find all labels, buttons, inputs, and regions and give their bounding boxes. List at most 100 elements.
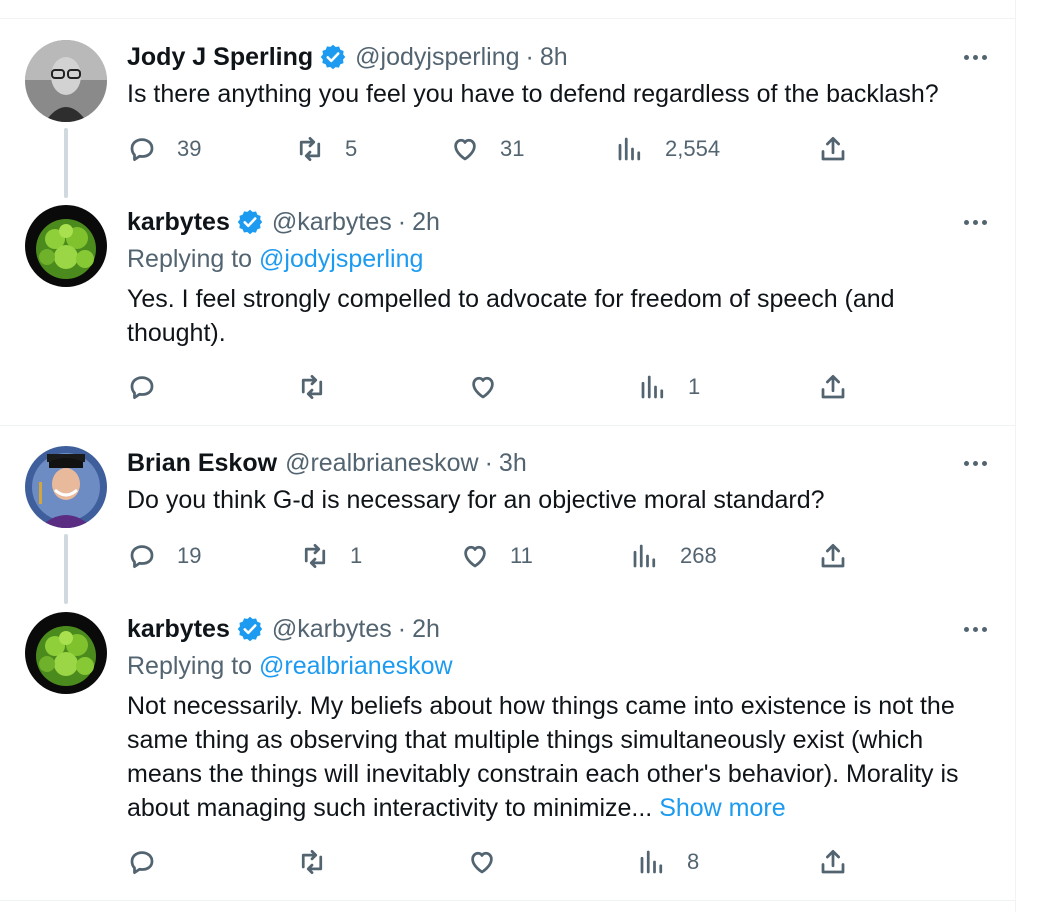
like-button[interactable] [468,369,518,405]
retweet-icon [304,544,326,568]
like-button[interactable]: 31 [450,131,524,167]
views-count: 268 [680,543,717,568]
timestamp[interactable]: 2h [412,615,440,644]
reply-count: 19 [177,543,202,568]
reply-button[interactable]: 39 [127,131,201,167]
reply-icon [130,138,154,161]
replying-prefix: Replying to [127,245,253,273]
replying-to: Replying to @jodyjsperling [127,245,423,274]
divider [0,425,1015,426]
share-icon [821,544,845,568]
tweet-header: Brian Eskow @realbrianeskow · 3h [127,446,527,480]
views-button[interactable]: 8 [637,844,699,880]
reply-icon [130,851,154,874]
tweet-header: karbytes @karbytes · 2h [127,612,440,646]
retweet-button[interactable]: 5 [295,131,357,167]
author-handle[interactable]: @karbytes [272,615,392,644]
views-count: 8 [687,849,700,874]
share-button[interactable] [818,369,848,405]
author-name[interactable]: Brian Eskow [127,449,277,478]
retweet-icon [299,137,321,161]
share-icon [821,137,845,161]
heart-icon [471,851,493,874]
retweet-button[interactable] [297,369,347,405]
reply-icon [130,376,154,399]
more-dots-icon[interactable] [964,612,987,646]
verified-badge-icon [320,44,346,70]
timestamp[interactable]: 8h [540,43,568,72]
divider [0,900,1015,901]
author-handle[interactable]: @karbytes [272,208,392,237]
more-dots-icon[interactable] [964,40,987,74]
heart-icon [454,138,476,161]
timestamp[interactable]: 3h [499,449,527,478]
show-more-link[interactable]: Show more [659,794,785,822]
reply-icon [130,545,154,568]
conversation-feed: Jody J Sperling @jodyjsperling · 8h Is t… [0,0,1016,912]
tweet-text: Do you think G-d is necessary for an obj… [127,486,825,514]
tweet-text: Yes. I feel strongly compelled to advoca… [127,285,895,347]
tweet-header: Jody J Sperling @jodyjsperling · 8h [127,40,568,74]
views-button[interactable]: 1 [638,369,700,405]
author-name[interactable]: Jody J Sperling [127,43,313,72]
separator-dot: · [484,448,493,477]
retweet-count: 5 [345,136,358,161]
reply-button[interactable]: 19 [127,538,201,574]
avatar-karbytes[interactable] [25,205,107,287]
heart-icon [472,376,494,399]
tweet-header: karbytes @karbytes · 2h [127,205,440,239]
share-button[interactable] [818,844,848,880]
avatar-jody[interactable] [25,40,107,122]
thread-line [64,534,68,604]
share-button[interactable] [818,131,848,167]
more-dots-icon[interactable] [964,205,987,239]
share-button[interactable] [818,538,848,574]
like-button[interactable]: 11 [460,538,533,574]
more-dots-icon[interactable] [964,446,987,480]
verified-badge-icon [237,616,263,642]
analytics-icon [640,850,663,874]
retweet-button[interactable]: 1 [300,538,362,574]
views-button[interactable]: 268 [630,538,717,574]
analytics-icon [641,375,664,399]
analytics-icon [618,137,641,161]
verified-badge-icon [237,209,263,235]
views-button[interactable]: 2,554 [615,131,720,167]
action-bar: 39 5 31 2,554 [127,131,887,167]
replying-prefix: Replying to [127,652,253,680]
replying-to-link[interactable]: @realbrianeskow [259,652,453,680]
tweet-text: Is there anything you feel you have to d… [127,80,939,108]
analytics-icon [633,544,656,568]
views-count: 1 [688,374,701,399]
like-count: 31 [500,136,525,161]
divider [0,18,1015,19]
replying-to-link[interactable]: @jodyjsperling [259,245,423,273]
retweet-icon [301,850,323,874]
timestamp[interactable]: 2h [412,208,440,237]
avatar-brian[interactable] [25,446,107,528]
separator-dot: · [525,42,534,71]
views-count: 2,554 [665,136,721,161]
retweet-count: 1 [350,543,363,568]
separator-dot: · [397,207,407,236]
action-bar: 1 [127,369,887,405]
like-count: 11 [510,543,533,568]
replying-to: Replying to @realbrianeskow [127,652,453,681]
heart-icon [464,545,486,568]
author-handle[interactable]: @jodyjsperling [355,43,519,72]
retweet-icon [301,375,323,399]
reply-button[interactable] [127,369,177,405]
tweet-text: Not necessarily. My beliefs about how th… [127,689,987,825]
reply-button[interactable] [127,844,177,880]
avatar-karbytes[interactable] [25,612,107,694]
like-button[interactable] [467,844,517,880]
action-bar: 19 1 11 268 [127,538,887,574]
reply-count: 39 [177,136,202,161]
author-name[interactable]: karbytes [127,615,230,644]
retweet-button[interactable] [297,844,347,880]
share-icon [821,375,845,399]
action-bar: 8 [127,844,887,880]
author-name[interactable]: karbytes [127,208,230,237]
share-icon [821,850,845,874]
author-handle[interactable]: @realbrianeskow [285,449,479,478]
